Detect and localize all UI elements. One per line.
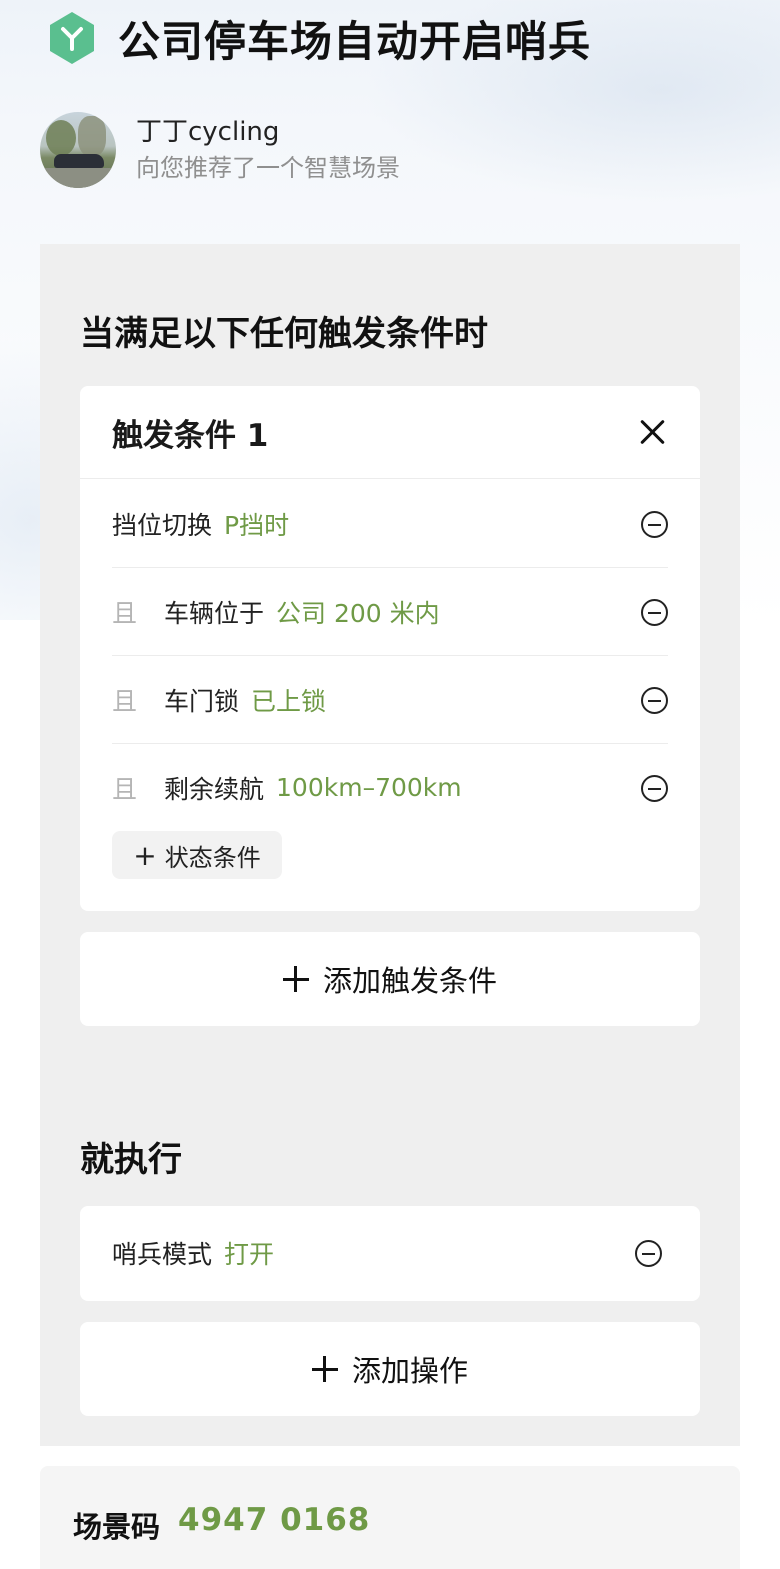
remove-condition-icon[interactable] (641, 511, 668, 538)
page-title: 公司停车场自动开启哨兵 (118, 16, 592, 66)
add-action-label: 添加操作 (351, 1354, 468, 1388)
scene-code-value[interactable]: 4947 0168 (178, 1502, 370, 1538)
action-row[interactable]: 哨兵模式 打开 (112, 1209, 668, 1297)
scene-code-label: 场景码 (73, 1510, 161, 1544)
condition-value: 公司 200 米内 (276, 598, 440, 628)
action-card[interactable]: 哨兵模式 打开 (80, 1206, 700, 1301)
close-icon[interactable] (638, 417, 668, 447)
author-name: 丁丁cycling (136, 117, 280, 147)
author-info[interactable]: 丁丁cycling 向您推荐了一个智慧场景 (40, 112, 400, 188)
remove-condition-icon[interactable] (641, 775, 668, 802)
plus-icon (311, 1356, 338, 1382)
plus-icon: + (133, 838, 157, 872)
trigger-card: 触发条件 1 挡位切换 P挡时 且 车辆位于 公司 200 米内 且 车门锁 已… (80, 386, 700, 911)
condition-label: 车辆位于 (164, 598, 265, 628)
remove-condition-icon[interactable] (641, 599, 668, 626)
scene-panel: 当满足以下任何触发条件时 触发条件 1 挡位切换 P挡时 且 车辆位于 公司 2… (40, 244, 740, 1446)
add-action-button[interactable]: 添加操作 (80, 1322, 700, 1416)
add-trigger-button[interactable]: 添加触发条件 (80, 932, 700, 1026)
condition-row[interactable]: 且 车辆位于 公司 200 米内 (112, 567, 668, 655)
scene-logo-icon (50, 12, 94, 64)
add-state-condition-button[interactable]: + 状态条件 (112, 831, 282, 879)
condition-value: P挡时 (224, 511, 290, 540)
trigger-section-title: 当满足以下任何触发条件时 (80, 314, 488, 354)
trigger-card-header: 触发条件 1 (80, 386, 700, 479)
action-value: 打开 (224, 1240, 275, 1269)
remove-condition-icon[interactable] (641, 687, 668, 714)
scene-code-panel: 场景码 4947 0168 (40, 1466, 740, 1569)
condition-row[interactable]: 且 车门锁 已上锁 (112, 655, 668, 743)
condition-label: 挡位切换 (112, 511, 213, 540)
plus-icon (282, 966, 309, 992)
and-label: 且 (112, 774, 138, 804)
condition-value: 已上锁 (251, 686, 327, 716)
remove-action-icon[interactable] (635, 1240, 662, 1267)
trigger-card-title: 触发条件 1 (112, 417, 269, 454)
condition-row[interactable]: 且 剩余续航 100km–700km (112, 743, 668, 831)
trigger-primary-row[interactable]: 挡位切换 P挡时 (112, 480, 668, 568)
author-subtitle: 向您推荐了一个智慧场景 (136, 154, 400, 182)
and-label: 且 (112, 686, 138, 716)
action-label: 哨兵模式 (112, 1240, 213, 1269)
add-state-condition-label: 状态条件 (164, 843, 261, 872)
and-label: 且 (112, 598, 138, 628)
action-section-title: 就执行 (80, 1140, 182, 1180)
condition-label: 车门锁 (164, 686, 240, 716)
condition-label: 剩余续航 (164, 774, 265, 804)
avatar[interactable] (40, 112, 116, 188)
condition-value: 100km–700km (276, 773, 462, 802)
page-header: 公司停车场自动开启哨兵 (48, 10, 591, 66)
add-trigger-label: 添加触发条件 (322, 964, 497, 998)
